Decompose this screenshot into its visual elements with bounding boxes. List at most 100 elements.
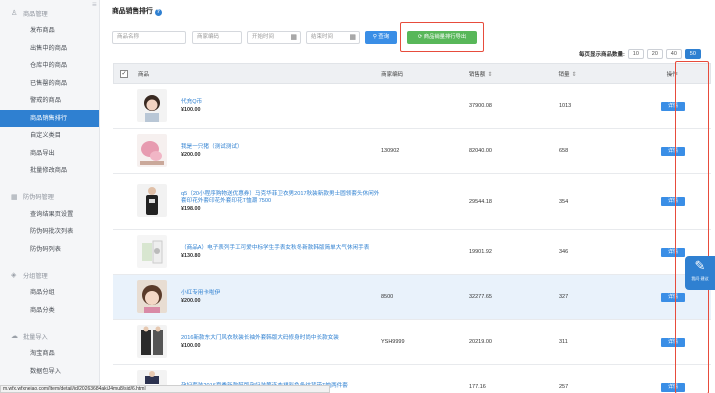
header-sales-amount[interactable]: 销售额 ⇕ [469,70,555,78]
header-product: 商品 [137,71,149,78]
feedback-button[interactable]: ✎ 我问·建议 [685,256,715,290]
table-row: q5（20小程序购物送优惠券）马克华菲卫衣男2017秋装新款男士圆领套头休闲外套… [113,174,711,230]
sidebar-group-label: 防伪码管理 [23,194,54,201]
sidebar-item-alert[interactable]: 警戒的商品 [0,92,99,110]
sidebar-item-query-settings[interactable]: 查询结果页设置 [0,206,99,224]
search-button-label: 查询 [378,34,390,40]
edit-icon: ✎ [694,258,706,273]
product-price: ¥200.00 [181,152,201,158]
sidebar-item-package-import[interactable]: 数据包导入 [0,363,99,381]
calendar-icon[interactable]: ▦ [290,33,297,43]
sidebar-item-batch-edit[interactable]: 批量修改商品 [0,162,99,180]
menu-collapse-icon[interactable]: ≡ [92,0,97,9]
sales-amount-cell: 29544.18 [469,198,492,205]
sales-ranking-table: ✓ 商品 商家编码 销售额 ⇕ 销量 ⇕ 操作 代充Q币 ¥100.00 37900.… [113,63,711,393]
export-button-label: 商品销量排行导出 [423,34,467,40]
sidebar-item-sold-out[interactable]: 已售罄的商品 [0,75,99,93]
header-merchant-code: 商家编码 [381,71,404,78]
merchant-code-placeholder: 商家编码 [197,34,220,40]
refresh-icon: ⟳ [417,34,423,40]
sidebar-item-on-sale[interactable]: 出售中的商品 [0,40,99,58]
merchant-code-input[interactable]: 商家编码 [192,31,242,44]
quantity-highlight-box [675,61,709,393]
product-name-input[interactable]: 商品名称 [112,31,186,44]
quantity-cell: 257 [559,384,569,390]
product-thumbnail[interactable] [137,133,167,167]
status-url-bar: m.wfx.wfxneiao.com/Item/detail/id/202636… [0,385,330,393]
product-price: ¥198.00 [181,206,201,212]
page-size-option-10[interactable]: 10 [627,49,644,59]
quantity-cell: 346 [559,249,569,255]
app: ≡ ♙ 商品管理 发布商品 出售中的商品 仓库中的商品 已售罄的商品 警戒的商品… [0,0,715,393]
page-size-option-40[interactable]: 40 [665,49,682,59]
page-size-option-50[interactable]: 50 [684,49,701,59]
calendar-icon[interactable]: ▦ [349,33,356,43]
product-thumbnail[interactable] [137,234,167,268]
product-thumbnail[interactable] [137,324,167,358]
cloud-icon: ☁ [11,333,18,340]
product-name-link[interactable]: 2016新款东大门风衣秋装长袖外套韩版大码修身时尚中长款女装 [181,335,381,342]
sidebar-item-export[interactable]: 商品导出 [0,145,99,163]
product-price: ¥200.00 [181,298,201,304]
merchant-code-cell: 8500 [381,294,394,300]
start-time-placeholder: 开始时间 [252,34,275,40]
sidebar-group-label: 批量导入 [23,333,48,341]
sales-amount-cell: 19901.92 [469,249,492,255]
select-all-checkbox[interactable]: ✓ [119,69,128,78]
sidebar-group-label: 分组管理 [23,272,48,280]
search-button[interactable]: ⚲ 查询 [365,31,397,44]
sidebar: ≡ ♙ 商品管理 发布商品 出售中的商品 仓库中的商品 已售罄的商品 警戒的商品… [0,0,100,393]
sidebar-item-code-list[interactable]: 防伪码列表 [0,241,99,259]
table-row: 小红专用卡啦伊 ¥200.00 8500 32277.65 327 详情 [113,275,711,320]
product-name-link[interactable]: （商品A）电子表列手工可爱中标学生手表女秋冬新款韩版简单大气休闲手表 [181,245,381,252]
table-row: 2016新款东大门风衣秋装长袖外套韩版大码修身时尚中长款女装 ¥100.00 YS… [113,320,711,365]
table-header: ✓ 商品 商家编码 销售额 ⇕ 销量 ⇕ 操作 [113,63,711,84]
search-icon: ⚲ [372,34,377,40]
product-name-link[interactable]: q5（20小程序购物送优惠券）马克华菲卫衣男2017秋装新款男士圆领套头休闲外套… [181,191,381,205]
sort-icon[interactable]: ⇕ [487,72,492,78]
page-title-text: 商品销售排行 [112,8,153,15]
merchant-code-cell: YSH9999 [381,339,405,345]
sidebar-group-groups: ◈ 分组管理 [0,266,99,284]
sidebar-item-sales-ranking[interactable]: 商品销售排行 [0,109,99,127]
sidebar-group-import: ☁ 批量导入 [0,327,99,345]
end-time-input[interactable]: 结束时间 ▦ [306,31,360,44]
sidebar-item-product-category[interactable]: 商品分类 [0,302,99,320]
page-size-label: 每页显示商品数量: [579,52,625,58]
page-size-option-20[interactable]: 20 [646,49,663,59]
quantity-cell: 327 [559,294,569,300]
sales-amount-cell: 82040.00 [469,148,492,154]
sales-amount-cell: 37900.08 [469,103,492,109]
product-name-link[interactable]: 我是一只猪（测试测试） [181,144,381,151]
header-quantity[interactable]: 销量 ⇕ [555,70,635,78]
main-content: 商品销售排行? 商品名称 商家编码 开始时间 ▦ 结束时间 ▦ ⚲ 查询 ⟳ 商… [101,0,715,393]
sidebar-item-taobao[interactable]: 淘宝商品 [0,345,99,363]
sidebar-item-product-group[interactable]: 商品分组 [0,284,99,302]
sidebar-item-batch-list[interactable]: 防伪码批次列表 [0,223,99,241]
table-row: 我是一只猪（测试测试） ¥200.00 130902 82040.00 658 详… [113,129,711,174]
product-thumbnail[interactable] [137,88,167,122]
sales-amount-cell: 20219.00 [469,339,492,345]
product-price: ¥100.00 [181,343,201,349]
sidebar-item-publish[interactable]: 发布商品 [0,22,99,40]
sidebar-group-label: 商品管理 [23,10,48,18]
sales-amount-cell: 32277.65 [469,294,492,300]
help-icon[interactable]: ? [154,9,162,16]
sort-icon[interactable]: ⇕ [572,72,577,78]
feedback-label: 我问·建议 [691,276,709,281]
quantity-cell: 1013 [559,103,572,109]
export-ranking-button[interactable]: ⟳ 商品销量排行导出 [407,31,477,44]
product-price: ¥100.00 [181,107,201,113]
product-name-link[interactable]: 小红专用卡啦伊 [181,290,381,297]
sales-amount-cell: 177.16 [469,384,486,390]
sidebar-group-anticounterfeit: ▦ 防伪码管理 [0,188,99,206]
start-time-input[interactable]: 开始时间 ▦ [247,31,301,44]
quantity-cell: 311 [559,339,568,345]
sidebar-item-warehouse[interactable]: 仓库中的商品 [0,57,99,75]
product-price: ¥130.80 [181,253,201,259]
product-thumbnail[interactable] [137,184,167,217]
product-name-link[interactable]: 代充Q币 [181,99,381,106]
quantity-cell: 658 [559,148,569,154]
product-thumbnail[interactable] [137,279,167,313]
sidebar-item-custom-category[interactable]: 自定义类目 [0,127,99,145]
